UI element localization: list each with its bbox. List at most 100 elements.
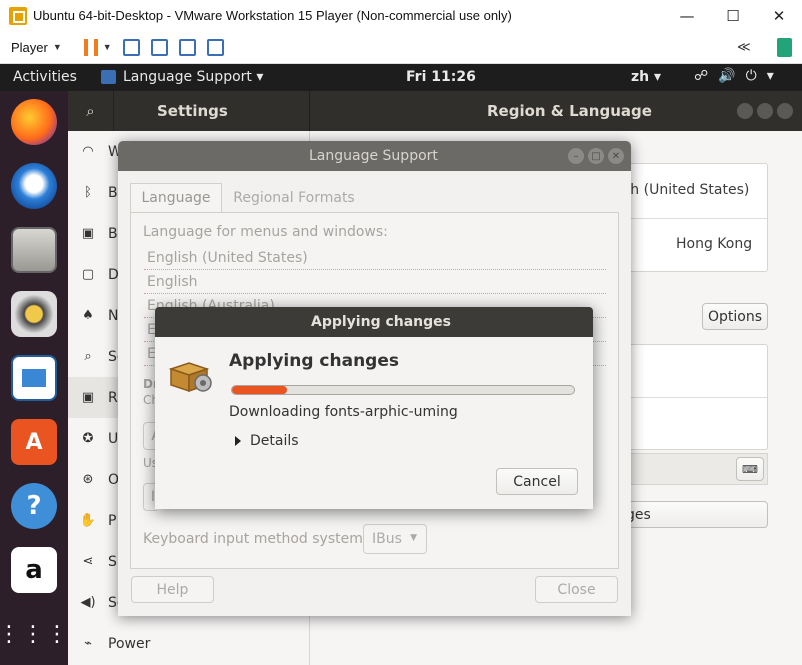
- bluetooth-icon: ᛒ: [84, 185, 92, 200]
- unity-icon[interactable]: [206, 38, 224, 56]
- settings-minimize-icon[interactable]: [737, 103, 753, 119]
- settings-maximize-icon[interactable]: [757, 103, 773, 119]
- libreoffice-writer-icon[interactable]: [11, 355, 57, 401]
- tab-language[interactable]: Language: [130, 183, 222, 212]
- formats-value[interactable]: Hong Kong: [676, 236, 752, 252]
- settings-close-icon[interactable]: [777, 103, 793, 119]
- sidebar-item-label: U: [108, 430, 119, 447]
- activities-button[interactable]: Activities: [13, 69, 77, 85]
- removable-devices-icon[interactable]: [150, 38, 168, 56]
- sidebar-item-label: R: [108, 389, 118, 406]
- full-screen-icon[interactable]: [178, 38, 196, 56]
- close-icon[interactable]: ✕: [756, 0, 802, 31]
- collapse-toolbar-icon[interactable]: ≪: [737, 39, 751, 55]
- player-menu[interactable]: Player: [11, 40, 48, 55]
- help-icon[interactable]: ?: [11, 483, 57, 529]
- app-menu-label: Language Support ▾: [123, 69, 264, 85]
- vmware-window-title: Ubuntu 64-bit-Desktop - VMware Workstati…: [33, 8, 512, 23]
- chevron-down-icon: ▼: [410, 533, 417, 543]
- app-menu[interactable]: Language Support ▾: [101, 69, 263, 85]
- ubuntu-software-icon[interactable]: A: [11, 419, 57, 465]
- power-menu-icon: ⏻▾: [745, 68, 784, 84]
- online-accounts-icon: ⊛: [82, 472, 94, 487]
- maximize-icon[interactable]: ☐: [710, 0, 756, 31]
- thunderbird-icon[interactable]: [11, 163, 57, 209]
- region-icon: ▣: [81, 390, 95, 405]
- network-icon: ☍: [694, 68, 719, 84]
- keyboard-input-label: Keyboard input method system:: [143, 531, 368, 547]
- sidebar-item-power[interactable]: ⌁ Power: [68, 623, 310, 664]
- rhythmbox-icon[interactable]: [11, 291, 57, 337]
- universal-access-icon: ✪: [82, 431, 94, 446]
- notification-icon: ♠: [82, 308, 94, 323]
- sidebar-item-label: Power: [108, 635, 151, 652]
- keyboard-input-value: IBus: [372, 531, 402, 547]
- files-icon[interactable]: [11, 227, 57, 273]
- applying-changes-dialog: Applying changes Applying changes Downlo…: [155, 307, 593, 509]
- vmware-toolbar: Player ▼ ▼ ≪: [0, 31, 802, 64]
- power-icon: ⌁: [84, 636, 92, 651]
- tab-regional-formats[interactable]: Regional Formats: [224, 183, 364, 212]
- privacy-icon: ✋: [79, 513, 97, 528]
- ls-minimize-icon[interactable]: –: [568, 148, 584, 164]
- list-item[interactable]: English: [144, 270, 606, 294]
- amazon-icon[interactable]: a: [11, 547, 57, 593]
- send-ctrl-alt-del-icon[interactable]: [122, 38, 140, 56]
- player-menu-chevron-down-icon[interactable]: ▼: [53, 42, 62, 52]
- vmware-title-bar: Ubuntu 64-bit-Desktop - VMware Workstati…: [0, 0, 802, 31]
- language-support-icon: [101, 70, 116, 84]
- language-value[interactable]: sh (United States): [623, 182, 749, 198]
- progress-bar-fill: [232, 386, 287, 394]
- dock-icon: ▢: [81, 267, 95, 282]
- list-item[interactable]: English (United States): [144, 246, 606, 270]
- details-expander[interactable]: Details: [235, 433, 299, 449]
- language-support-titlebar: Language Support – □ ✕: [118, 141, 631, 171]
- keyboard-icon[interactable]: ⌨: [736, 457, 764, 481]
- package-install-icon: [168, 362, 212, 393]
- applying-changes-title: Applying changes: [311, 314, 451, 330]
- sidebar-item-label: N: [108, 307, 119, 324]
- pause-chevron-down-icon[interactable]: ▼: [103, 42, 112, 52]
- settings-header-bar: ⌕ Settings Region & Language: [68, 91, 802, 131]
- show-applications-icon[interactable]: ⋮⋮⋮: [0, 611, 68, 657]
- region-language-title: Region & Language: [487, 102, 652, 120]
- sound-icon: ◀): [80, 595, 96, 610]
- cancel-button[interactable]: Cancel: [496, 468, 578, 495]
- notes-icon[interactable]: [777, 38, 792, 57]
- vmware-logo-icon: [9, 6, 27, 25]
- progress-status-text: Downloading fonts-arphic-uming: [229, 404, 458, 420]
- input-language-indicator[interactable]: zh ▾: [631, 69, 661, 85]
- applying-changes-heading: Applying changes: [229, 351, 399, 371]
- firefox-icon[interactable]: [11, 99, 57, 145]
- progress-bar: [231, 385, 575, 395]
- clock[interactable]: Fri 11:26: [406, 69, 476, 85]
- ubuntu-top-bar: Activities Language Support ▾ Fri 11:26 …: [0, 64, 802, 91]
- keyboard-input-select[interactable]: IBus ▼: [363, 524, 427, 554]
- ubuntu-dock: A ? a ⋮⋮⋮: [0, 91, 68, 665]
- ls-close-icon[interactable]: ✕: [608, 148, 624, 164]
- sidebar-item-label: P: [108, 512, 117, 529]
- options-button[interactable]: Options: [702, 303, 768, 330]
- sidebar-item-label: B: [108, 225, 118, 242]
- close-button[interactable]: Close: [535, 576, 618, 603]
- header-divider: [309, 91, 310, 131]
- settings-search-button[interactable]: ⌕: [68, 91, 114, 131]
- ls-maximize-icon[interactable]: □: [588, 148, 604, 164]
- volume-icon: 🔊: [718, 68, 746, 84]
- search-icon: ⌕: [86, 102, 95, 120]
- settings-title: Settings: [157, 102, 228, 120]
- wifi-icon: ◠: [82, 144, 94, 159]
- pause-icon[interactable]: [83, 38, 98, 56]
- minimize-icon[interactable]: —: [664, 0, 710, 31]
- help-button[interactable]: Help: [131, 576, 214, 603]
- applying-changes-titlebar: Applying changes: [155, 307, 593, 337]
- expander-triangle-icon: [235, 436, 241, 446]
- sharing-icon: ⋖: [82, 554, 94, 569]
- menus-windows-label: Language for menus and windows:: [143, 224, 388, 240]
- language-support-title: Language Support: [309, 148, 438, 164]
- sidebar-item-label: B: [108, 184, 118, 201]
- details-label: Details: [250, 433, 299, 449]
- search-icon: ⌕: [84, 349, 92, 364]
- system-tray[interactable]: ☍🔊⏻▾: [694, 68, 784, 84]
- background-icon: ▣: [81, 226, 95, 241]
